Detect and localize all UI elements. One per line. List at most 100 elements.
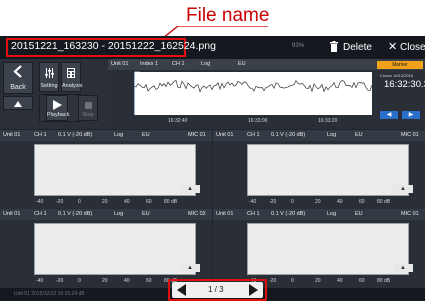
panel-range[interactable]: 0.1 V (-20 dB) [271, 211, 305, 217]
setting-label: Setting [40, 83, 58, 89]
x-tick-label: 40 [124, 199, 130, 205]
delete-button[interactable]: Delete [343, 42, 372, 53]
trend-xtick: 16:33:00 [248, 118, 268, 124]
spectrum-panel[interactable]: Unit 01 CH 1 0.1 V (-20 dB) Log EU MIC 01 -40-… [213, 130, 425, 209]
pager: 1 / 3 [172, 282, 263, 298]
spectrum-plot[interactable] [247, 223, 409, 275]
x-tick-label: 0 [78, 199, 81, 205]
playback-button[interactable]: Playback [46, 95, 70, 121]
panel-expand-button[interactable]: ▲ [180, 185, 200, 193]
panel-header: Unit 01 CH 1 0.1 V (-20 dB) Log EU MIC 01 [213, 130, 425, 141]
trend-eu[interactable]: EU [238, 61, 246, 67]
panel-channel[interactable]: CH 1 [247, 132, 260, 138]
panel-scale[interactable]: Log [114, 211, 123, 217]
marker-next-button[interactable]: ▶ [402, 111, 420, 119]
file-name: 20151221_163230 - 20151222_162524.png [11, 40, 216, 52]
file-name-callout-label: File name [186, 5, 270, 26]
panel-channel[interactable]: CH 1 [34, 211, 47, 217]
panel-range[interactable]: 0.1 V (-20 dB) [58, 211, 92, 217]
x-tick-label: 80 dB [164, 199, 178, 205]
panel-unit[interactable]: Unit 01 [3, 132, 20, 138]
panel-mic: MIC 01 [188, 132, 206, 138]
analysis-label: Analysis [62, 83, 83, 89]
panel-range[interactable]: 0.1 V (-20 dB) [58, 132, 92, 138]
trend-index[interactable]: Index 1 [140, 61, 158, 67]
marker-prev-button[interactable]: ◀ [380, 111, 398, 119]
control-panel: Back Setting Analysis Playback Stop [0, 59, 108, 129]
battery-indicator: 93% [292, 43, 305, 49]
trend-waveform [133, 72, 373, 115]
x-tick-label: -20 [56, 278, 64, 284]
trash-icon[interactable] [330, 41, 338, 52]
x-tick-label: 20 [102, 278, 108, 284]
x-tick-label: 60 [146, 278, 152, 284]
trend-plot[interactable] [133, 72, 373, 115]
prev-page-icon[interactable] [177, 284, 186, 296]
panel-header: Unit 01 CH 1 0.1 V (-20 dB) Log EU MIC 01 [0, 130, 212, 141]
spectrum-plot[interactable] [247, 144, 409, 196]
back-button[interactable]: Back [3, 62, 33, 94]
panel-eu[interactable]: EU [142, 132, 150, 138]
triangle-up-icon: ▲ [400, 186, 406, 192]
next-page-icon[interactable] [249, 284, 258, 296]
panel-expand-button[interactable]: ▲ [393, 185, 413, 193]
trend-channel[interactable]: CH 1 [172, 61, 185, 67]
up-button[interactable] [3, 96, 33, 110]
back-label: Back [10, 84, 26, 91]
x-tick-label: 40 [124, 278, 130, 284]
triangle-up-icon [14, 101, 22, 107]
stop-icon [84, 102, 92, 109]
x-tick-label: 40 [337, 199, 343, 205]
panel-expand-button[interactable]: ▲ [180, 264, 200, 272]
page-indicator: 1 / 3 [208, 285, 224, 294]
panel-scale[interactable]: Log [327, 132, 336, 138]
trend-unit[interactable]: Unit 01 [111, 61, 128, 67]
trend-view: Unit 01 Index 1 CH 1 Log EU 80 40 0 16:3… [108, 59, 425, 129]
analysis-button[interactable]: Analysis [61, 62, 83, 92]
panel-channel[interactable]: CH 1 [34, 132, 47, 138]
spectrum-plot[interactable] [34, 223, 196, 275]
panel-range[interactable]: 0.1 V (-20 dB) [271, 132, 305, 138]
footer-info: Unit 01 2015/12/22 16:25:24 dB [14, 291, 85, 297]
title-bar: 20151221_163230 - 20151222_162524.png 93… [0, 36, 425, 59]
chevron-left-icon [13, 65, 22, 78]
spectrum-plot[interactable] [34, 144, 196, 196]
panel-mic: MIC 01 [401, 132, 419, 138]
panel-eu[interactable]: EU [355, 211, 363, 217]
playback-label: Playback [47, 112, 70, 118]
trend-xtick: 16:32:40 [168, 118, 188, 124]
panel-header: Unit 01 CH 1 0.1 V (-20 dB) Log EU MIC 02 [0, 209, 212, 220]
triangle-left-icon: ◀ [386, 112, 392, 118]
triangle-up-icon: ▲ [187, 186, 193, 192]
spectrum-panel[interactable]: Unit 01 CH 1 0.1 V (-20 dB) Log EU MIC 02 -40 -… [0, 209, 212, 288]
panel-unit[interactable]: Unit 01 [216, 211, 233, 217]
play-icon [52, 100, 62, 110]
panel-unit[interactable]: Unit 01 [3, 211, 20, 217]
calculator-icon [67, 68, 75, 78]
panel-scale[interactable]: Log [114, 132, 123, 138]
panel-eu[interactable]: EU [142, 211, 150, 217]
panel-expand-button[interactable]: ▲ [393, 264, 413, 272]
x-tick-label: 20 [315, 199, 321, 205]
close-icon[interactable]: ✕ [388, 42, 397, 53]
spectrum-panel[interactable]: Unit 01 CH 1 0.1 V (-20 dB) Log EU MIC 01 -40-… [213, 209, 425, 288]
x-tick-label: 0 [78, 278, 81, 284]
setting-button[interactable]: Setting [39, 62, 59, 92]
panel-eu[interactable]: EU [355, 132, 363, 138]
panel-unit[interactable]: Unit 01 [216, 132, 233, 138]
x-tick-label: 60 [359, 278, 365, 284]
panel-scale[interactable]: Log [327, 211, 336, 217]
spectrum-panel[interactable]: Unit 01 CH 1 0.1 V (-20 dB) Log EU MIC 01 -40-… [0, 130, 212, 209]
panel-channel[interactable]: CH 1 [247, 211, 260, 217]
trend-xtick: 16:33:20 [318, 118, 338, 124]
x-tick-label: 0 [291, 278, 294, 284]
x-tick-label: 20 [102, 199, 108, 205]
stop-button[interactable]: Stop [78, 95, 98, 121]
close-button[interactable]: Close [400, 42, 425, 53]
x-tick-label: 0 [291, 199, 294, 205]
trend-scale[interactable]: Log [201, 61, 210, 67]
x-tick-label: 60 [146, 199, 152, 205]
x-tick-label: -20 [269, 278, 277, 284]
x-tick-label: 40 [337, 278, 343, 284]
marker-button[interactable]: Marker [377, 61, 423, 69]
